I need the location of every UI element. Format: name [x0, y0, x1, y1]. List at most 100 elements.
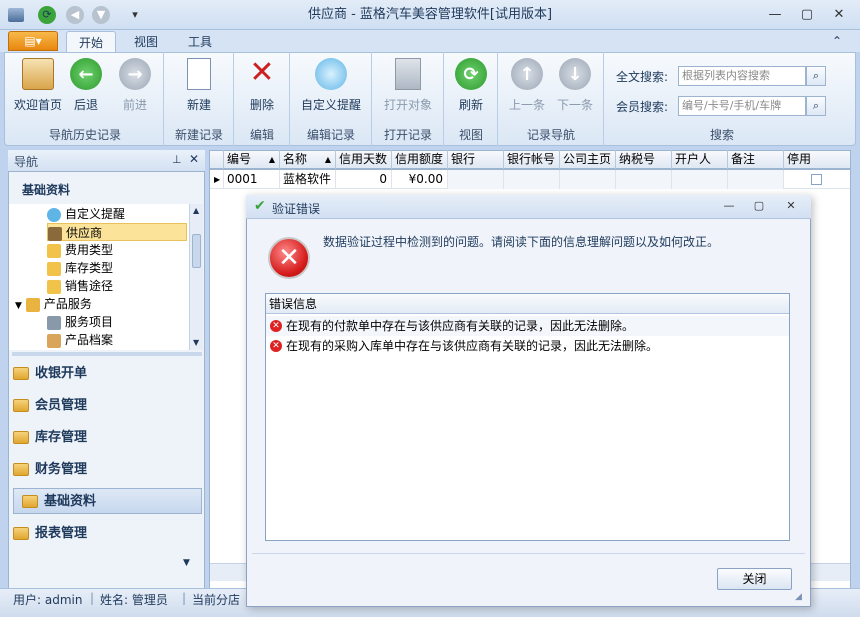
folder-icon: [25, 297, 40, 312]
fulltext-search-icon[interactable]: ⌕: [806, 66, 826, 86]
window-title: 供应商 - 蓝格汽车美容管理软件[试用版本]: [307, 7, 553, 22]
cell-credit-days[interactable]: 0: [336, 170, 392, 189]
group-label-new: 新建记录: [174, 128, 223, 142]
open-object-button[interactable]: 打开对象: [376, 52, 440, 128]
nav-close-icon[interactable]: ✕: [189, 152, 199, 166]
nav-splitter[interactable]: [12, 352, 202, 356]
nav-group-reports[interactable]: 报表管理: [13, 521, 203, 547]
dialog-minimize-icon[interactable]: —: [716, 196, 742, 216]
folder-icon: [13, 431, 29, 444]
folder-icon: [22, 495, 38, 508]
column-header-name[interactable]: 名称 ▲: [280, 150, 336, 169]
nav-item-stock-type[interactable]: 库存类型: [47, 259, 187, 277]
nav-item-custom-reminder[interactable]: 自定义提醒: [47, 205, 187, 223]
column-header-credit-days[interactable]: 信用天数: [336, 150, 392, 169]
minimize-icon[interactable]: —: [762, 4, 788, 26]
group-label-history: 导航历史记录: [48, 128, 121, 142]
cell-note[interactable]: [728, 170, 784, 189]
nav-group-member[interactable]: 会员管理: [13, 393, 203, 419]
group-label-edit-records: 编辑记录: [306, 128, 355, 142]
column-header-code[interactable]: 编号 ▲: [224, 150, 280, 169]
welcome-button[interactable]: 欢迎首页: [10, 52, 66, 128]
cell-account-holder[interactable]: [672, 170, 728, 189]
open-object-icon: [395, 58, 421, 90]
cell-homepage[interactable]: [560, 170, 616, 189]
forward-button[interactable]: → 前进: [112, 52, 158, 128]
dialog-maximize-icon[interactable]: ▢: [746, 196, 772, 216]
dialog-title: 验证错误: [272, 202, 321, 216]
next-record-button[interactable]: ↓ 下一条: [550, 52, 600, 128]
nav-group-basic-data[interactable]: 基础资料: [13, 488, 202, 514]
refresh-button[interactable]: ⟳ 刷新: [448, 52, 494, 128]
column-header-homepage[interactable]: 公司主页: [560, 150, 616, 169]
column-header-tax-number[interactable]: 纳税号: [616, 150, 672, 169]
sort-asc-icon: ▲: [324, 155, 331, 164]
nav-overflow-icon[interactable]: ▼: [183, 558, 190, 568]
new-button[interactable]: 新建: [172, 52, 226, 128]
error-big-icon: ✕: [268, 237, 310, 279]
cell-bank[interactable]: [448, 170, 504, 189]
cell-bank-account[interactable]: [504, 170, 560, 189]
fulltext-search-input[interactable]: 根据列表内容搜索: [678, 66, 806, 86]
close-icon[interactable]: ✕: [826, 4, 852, 26]
delete-x-icon: ✕: [249, 55, 275, 90]
error-icon: ✕: [270, 320, 282, 332]
cell-code[interactable]: 0001: [224, 170, 280, 189]
disabled-checkbox[interactable]: [811, 174, 822, 185]
box-icon: [47, 333, 61, 348]
group-label-view: 视图: [458, 128, 483, 142]
status-user: 用户: admin: [13, 593, 83, 607]
app-menu-button[interactable]: ▤▾: [8, 31, 58, 51]
delete-button[interactable]: ✕ 删除: [238, 52, 286, 128]
previous-record-button[interactable]: ↑ 上一条: [502, 52, 552, 128]
cell-credit-limit[interactable]: ¥0.00: [392, 170, 448, 189]
column-header-bank-account[interactable]: 银行帐号: [504, 150, 560, 169]
nav-group-cashier[interactable]: 收银开单: [13, 361, 203, 387]
ribbon-group-new: 新建 新建记录: [164, 52, 234, 146]
nav-item-product-file[interactable]: 产品档案: [47, 331, 187, 349]
nav-tree-scrollbar[interactable]: ▲ ▼: [189, 204, 203, 350]
edit-note-icon: [47, 261, 61, 276]
error-icon: ✕: [270, 340, 282, 352]
cell-name[interactable]: 蓝格软件: [280, 170, 336, 189]
tab-view[interactable]: 视图: [122, 31, 170, 53]
nav-item-product-service[interactable]: ▼ 产品服务: [15, 295, 185, 313]
pin-icon[interactable]: ⊥: [172, 153, 182, 166]
column-header-account-holder[interactable]: 开户人: [672, 150, 728, 169]
nav-item-supplier[interactable]: 供应商: [47, 223, 187, 241]
home-icon: [22, 58, 54, 90]
member-search-icon[interactable]: ⌕: [806, 96, 826, 116]
tab-start[interactable]: 开始: [66, 31, 116, 53]
check-icon: ✔: [254, 198, 266, 214]
nav-section-title: 基础资料: [22, 183, 71, 197]
nav-item-sales-channel[interactable]: 销售途径: [47, 277, 187, 295]
nav-tree: 自定义提醒 供应商 费用类型 库存类型 销售途径 ▼ 产品服务 服务项目 产品档案: [9, 204, 189, 350]
column-header-bank[interactable]: 银行: [448, 150, 504, 169]
nav-group-inventory[interactable]: 库存管理: [13, 425, 203, 451]
nav-item-service-item[interactable]: 服务项目: [47, 313, 187, 331]
row-indicator-icon: ▶: [210, 170, 224, 189]
column-header-note[interactable]: 备注: [728, 150, 784, 169]
forward-arrow-icon: →: [119, 58, 151, 90]
column-header-credit-limit[interactable]: 信用额度: [392, 150, 448, 169]
nav-group-finance[interactable]: 财务管理: [13, 457, 203, 483]
ribbon-group-view: ⟳ 刷新 视图: [444, 52, 498, 146]
resize-grip-icon[interactable]: ◢: [795, 592, 802, 602]
custom-reminder-button[interactable]: 自定义提醒: [294, 52, 368, 128]
list-item[interactable]: ✕ 在现有的采购入库单中存在与该供应商有关联的记录，因此无法删除。: [266, 336, 789, 356]
nav-item-expense-type[interactable]: 费用类型: [47, 241, 187, 259]
refresh-icon: ⟳: [455, 58, 487, 90]
close-button[interactable]: 关闭: [717, 568, 792, 590]
dialog-close-icon[interactable]: ✕: [778, 196, 804, 216]
grid-indicator-header: [209, 150, 224, 169]
tab-tools[interactable]: 工具: [176, 31, 224, 53]
down-arrow-icon: ↓: [559, 58, 591, 90]
column-header-disabled[interactable]: 停用: [784, 150, 850, 169]
list-item[interactable]: ✕ 在现有的付款单中存在与该供应商有关联的记录，因此无法删除。: [266, 316, 789, 336]
maximize-icon[interactable]: ▢: [794, 4, 820, 26]
back-button[interactable]: ← 后退: [64, 52, 108, 128]
ribbon-collapse-icon[interactable]: ⌃: [832, 34, 842, 48]
cell-tax-number[interactable]: [616, 170, 672, 189]
member-search-input[interactable]: 编号/卡号/手机/车牌: [678, 96, 806, 116]
chevron-down-icon[interactable]: ▼: [15, 301, 22, 311]
